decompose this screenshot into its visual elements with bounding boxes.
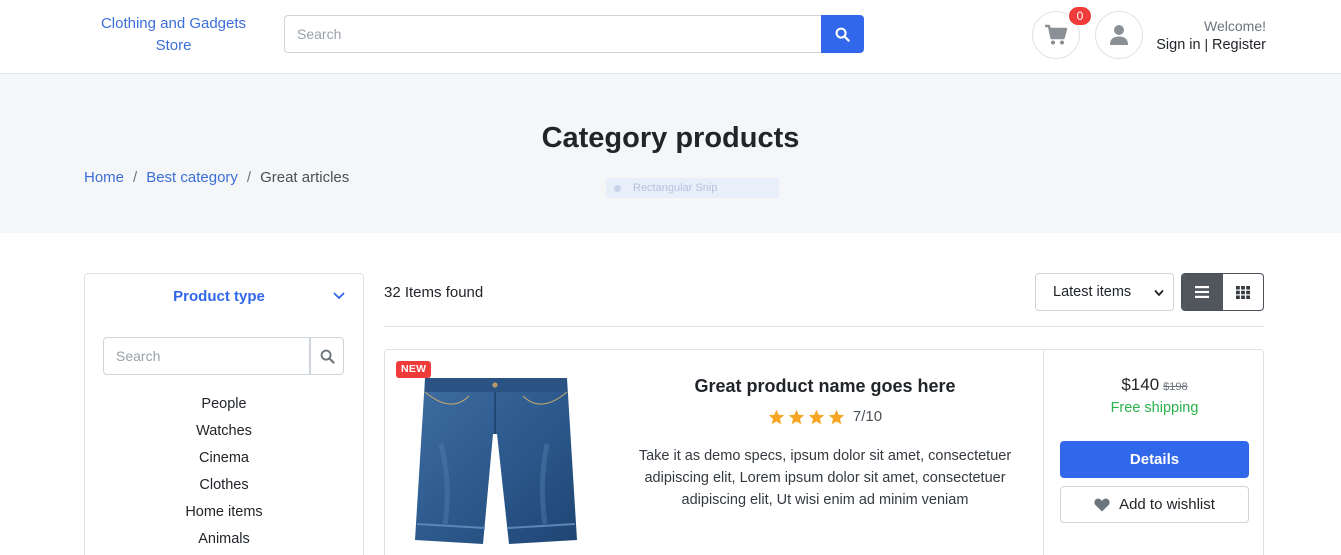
product-old-price: $198 xyxy=(1163,381,1188,393)
product-price-panel: $140 $198 Free shipping Details Add to wi… xyxy=(1043,350,1264,555)
add-to-wishlist-button[interactable]: Add to wishlist xyxy=(1060,486,1249,523)
price-row: $140 $198 xyxy=(1044,375,1265,395)
heart-icon xyxy=(1094,498,1110,511)
breadcrumb-category[interactable]: Best category xyxy=(146,169,238,186)
search-icon xyxy=(835,27,850,42)
category-link-cinema[interactable]: Cinema xyxy=(199,450,249,466)
sort-selected-value: Latest items xyxy=(1053,284,1132,300)
sign-in-link[interactable]: Sign in xyxy=(1156,37,1200,53)
filter-title-product-type[interactable]: Product type xyxy=(85,288,353,305)
rating-stars xyxy=(768,409,845,425)
breadcrumb-separator: / xyxy=(133,169,138,186)
rating-score: 7/10 xyxy=(852,408,883,425)
toolbar-divider xyxy=(384,326,1264,327)
auth-separator: | xyxy=(1204,36,1209,52)
store-logo[interactable]: Clothing and Gadgets Store xyxy=(92,13,255,57)
page-banner: Category products Home / Best category /… xyxy=(0,74,1341,233)
product-price: $140 xyxy=(1121,375,1160,394)
snip-tooltip-text: Rectangular Snip xyxy=(633,182,718,194)
chevron-down-icon[interactable] xyxy=(332,289,346,303)
snip-tooltip-overlay: Rectangular Snip xyxy=(606,178,779,198)
product-rating: 7/10 xyxy=(631,408,1019,425)
breadcrumb-separator: / xyxy=(246,169,252,186)
category-link-home-items[interactable]: Home items xyxy=(185,504,262,520)
shipping-note: Free shipping xyxy=(1110,400,1199,416)
list-item: Home items xyxy=(85,499,363,526)
filter-sidebar: Product type People Watches Cinema Cloth… xyxy=(84,273,364,555)
category-link-animals[interactable]: Animals xyxy=(198,531,250,547)
items-found-count: 32 Items found xyxy=(384,284,484,301)
search-icon xyxy=(320,349,335,364)
view-mode-toggle xyxy=(1181,273,1264,311)
filter-search-button[interactable] xyxy=(310,337,344,375)
category-link-watches[interactable]: Watches xyxy=(196,423,252,439)
star-icon xyxy=(768,409,785,424)
star-icon xyxy=(808,409,825,424)
welcome-text: Welcome! xyxy=(1204,18,1266,34)
details-button[interactable]: Details xyxy=(1060,441,1249,478)
filter-search xyxy=(103,337,344,375)
filter-search-input[interactable] xyxy=(103,337,310,375)
page-title: Category products xyxy=(541,122,800,154)
user-icon xyxy=(1110,25,1128,45)
cart-icon xyxy=(1045,24,1068,45)
list-view-icon xyxy=(1195,286,1210,298)
register-link[interactable]: Register xyxy=(1212,37,1266,53)
account-button[interactable] xyxy=(1095,11,1143,59)
header-search-button[interactable] xyxy=(821,15,864,53)
category-list: People Watches Cinema Clothes Home items… xyxy=(85,391,363,553)
sort-select[interactable]: Latest items xyxy=(1035,273,1174,311)
wishlist-label: Add to wishlist xyxy=(1119,496,1215,513)
list-item: Cinema xyxy=(85,445,363,472)
breadcrumb: Home / Best category / Great articles xyxy=(84,169,349,186)
header-search-input[interactable] xyxy=(284,15,821,53)
product-image-denim-shorts[interactable] xyxy=(411,374,581,546)
product-description: Take it as demo specs, ipsum dolor sit a… xyxy=(638,448,1012,508)
star-icon xyxy=(788,409,805,424)
category-link-people[interactable]: People xyxy=(201,396,246,412)
product-name-link[interactable]: Great product name goes here xyxy=(631,376,1019,397)
grid-view-button[interactable] xyxy=(1223,274,1264,310)
list-item: People xyxy=(85,391,363,418)
list-item: Clothes xyxy=(85,472,363,499)
welcome-block: Welcome! Sign in | Register xyxy=(1150,17,1266,54)
chevron-down-icon xyxy=(1154,290,1164,296)
cart-count-badge: 0 xyxy=(1069,7,1091,25)
list-view-button[interactable] xyxy=(1182,274,1223,310)
list-item: Watches xyxy=(85,418,363,445)
list-item: Animals xyxy=(85,526,363,553)
site-header: Clothing and Gadgets Store 0 Welcome! Si… xyxy=(0,0,1341,74)
snip-dot-icon xyxy=(614,184,621,192)
grid-view-icon xyxy=(1235,285,1250,299)
breadcrumb-current: Great articles xyxy=(260,169,350,186)
header-search xyxy=(284,15,864,53)
star-icon xyxy=(828,409,845,424)
category-link-clothes[interactable]: Clothes xyxy=(199,477,248,493)
breadcrumb-home[interactable]: Home xyxy=(84,169,124,186)
product-card: NEW Great product name goes here 7/10 Ta xyxy=(384,349,1264,555)
